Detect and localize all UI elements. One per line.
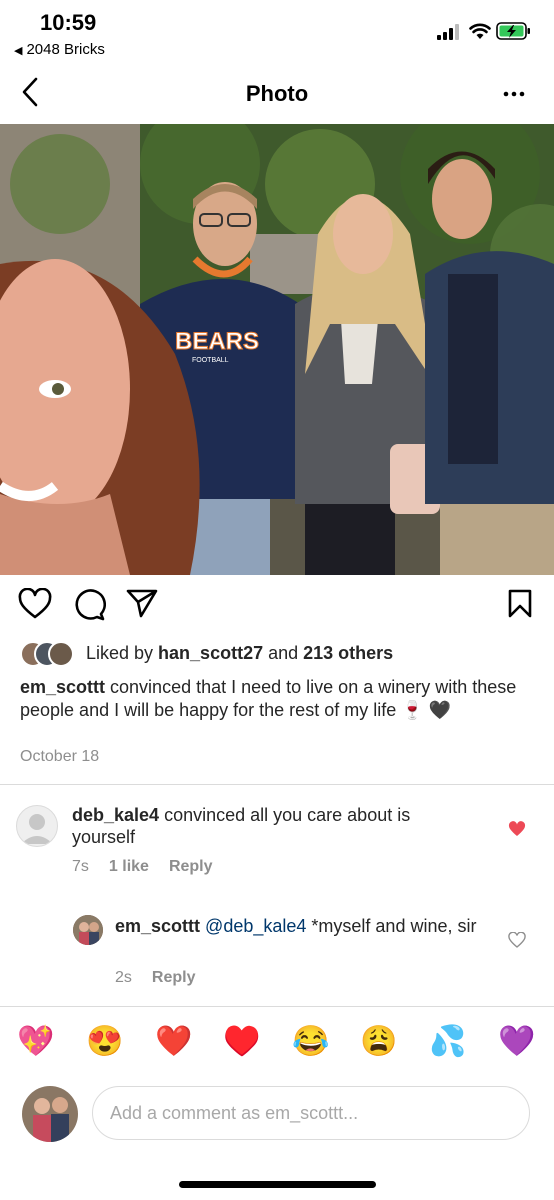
divider — [0, 784, 554, 785]
signal-icon — [437, 24, 459, 40]
emoji-purple-heart[interactable]: 💜 — [497, 1022, 537, 1062]
home-indicator — [179, 1181, 376, 1188]
back-to-app-link[interactable]: ◀ 2048 Bricks — [14, 41, 105, 58]
reply-button[interactable]: Reply — [152, 969, 196, 986]
reply-mention[interactable]: @deb_kale4 — [205, 916, 306, 936]
current-user-avatar — [22, 1086, 78, 1142]
liked-user[interactable]: han_scott27 — [158, 643, 263, 663]
more-options-icon[interactable] — [502, 84, 526, 104]
emoji-sparkling-heart[interactable]: 💖 — [16, 1022, 56, 1062]
post-date: October 18 — [20, 748, 100, 765]
reply-text: em_scottt @deb_kale4 *myself and wine, s… — [115, 915, 487, 937]
reply-body: *myself and wine, sir — [306, 916, 477, 936]
status-time: 10:59 — [40, 10, 97, 35]
post-photo[interactable]: BEARS FOOTBALL — [0, 124, 554, 575]
status-bar: 10:59 ◀ 2048 Bricks — [0, 0, 554, 62]
comment-icon[interactable] — [72, 588, 106, 622]
reply-avatar-em[interactable] — [73, 915, 103, 945]
top-nav: Photo — [0, 62, 554, 124]
page-title: Photo — [245, 81, 309, 106]
svg-text:FOOTBALL: FOOTBALL — [192, 357, 229, 364]
post-caption: em_scottt convinced that I need to live … — [20, 676, 532, 722]
liker-avatars — [20, 641, 80, 667]
comment-likes[interactable]: 1 like — [109, 858, 149, 875]
wifi-icon — [469, 23, 491, 39]
reply-username[interactable]: em_scottt — [115, 916, 200, 936]
current-user-photo — [22, 1086, 78, 1142]
emoji-sweat-drops[interactable]: 💦 — [428, 1022, 468, 1062]
likes-mid: and — [263, 643, 304, 663]
comment-input-placeholder: Add a comment as em_scottt... — [110, 1103, 359, 1123]
likes-prefix: Liked by — [86, 643, 159, 663]
divider — [0, 1006, 554, 1007]
reply-time: 2s — [115, 969, 132, 986]
group-selfie-image: BEARS FOOTBALL — [0, 124, 554, 575]
reply-avatar-photo — [73, 915, 103, 945]
caption-username[interactable]: em_scottt — [20, 677, 105, 697]
like-heart-icon[interactable] — [18, 588, 52, 620]
emoji-weary[interactable]: 😩 — [359, 1022, 399, 1062]
likes-others[interactable]: 213 others — [303, 643, 393, 663]
back-app-label: 2048 Bricks — [26, 41, 105, 58]
liked-by-text: Liked by han_scott27 and 213 others — [86, 643, 393, 664]
save-bookmark-icon[interactable] — [507, 588, 533, 618]
reply-button[interactable]: Reply — [169, 858, 213, 875]
share-icon[interactable] — [126, 588, 158, 618]
emoji-red-heart[interactable]: ❤️ — [154, 1022, 194, 1062]
comment-input[interactable]: Add a comment as em_scottt... — [92, 1086, 530, 1140]
comment-liked-heart-icon[interactable] — [508, 821, 526, 837]
liker-avatar — [48, 641, 74, 667]
battery-icon — [496, 22, 530, 40]
comment-avatar-deb[interactable] — [16, 805, 58, 847]
emoji-heart-eyes[interactable]: 😍 — [85, 1022, 125, 1062]
default-avatar-icon — [21, 814, 53, 844]
reply-like-heart-icon[interactable] — [508, 932, 526, 948]
emoji-heart-suit[interactable]: ♥️ — [222, 1022, 262, 1062]
emoji-quick-bar: 💖 😍 ❤️ ♥️ 😂 😩 💦 💜 — [0, 1022, 554, 1066]
comment-username[interactable]: deb_kale4 — [72, 805, 159, 825]
comment-text: deb_kale4 convinced all you care about i… — [72, 804, 472, 848]
svg-text:BEARS: BEARS — [175, 328, 259, 355]
comment-meta: 7s 1 like Reply — [72, 858, 233, 876]
comment-time: 7s — [72, 858, 89, 875]
back-triangle-icon: ◀ — [14, 45, 23, 57]
emoji-joy[interactable]: 😂 — [291, 1022, 331, 1062]
reply-meta: 2s Reply — [115, 969, 215, 987]
post-actions — [0, 588, 554, 628]
